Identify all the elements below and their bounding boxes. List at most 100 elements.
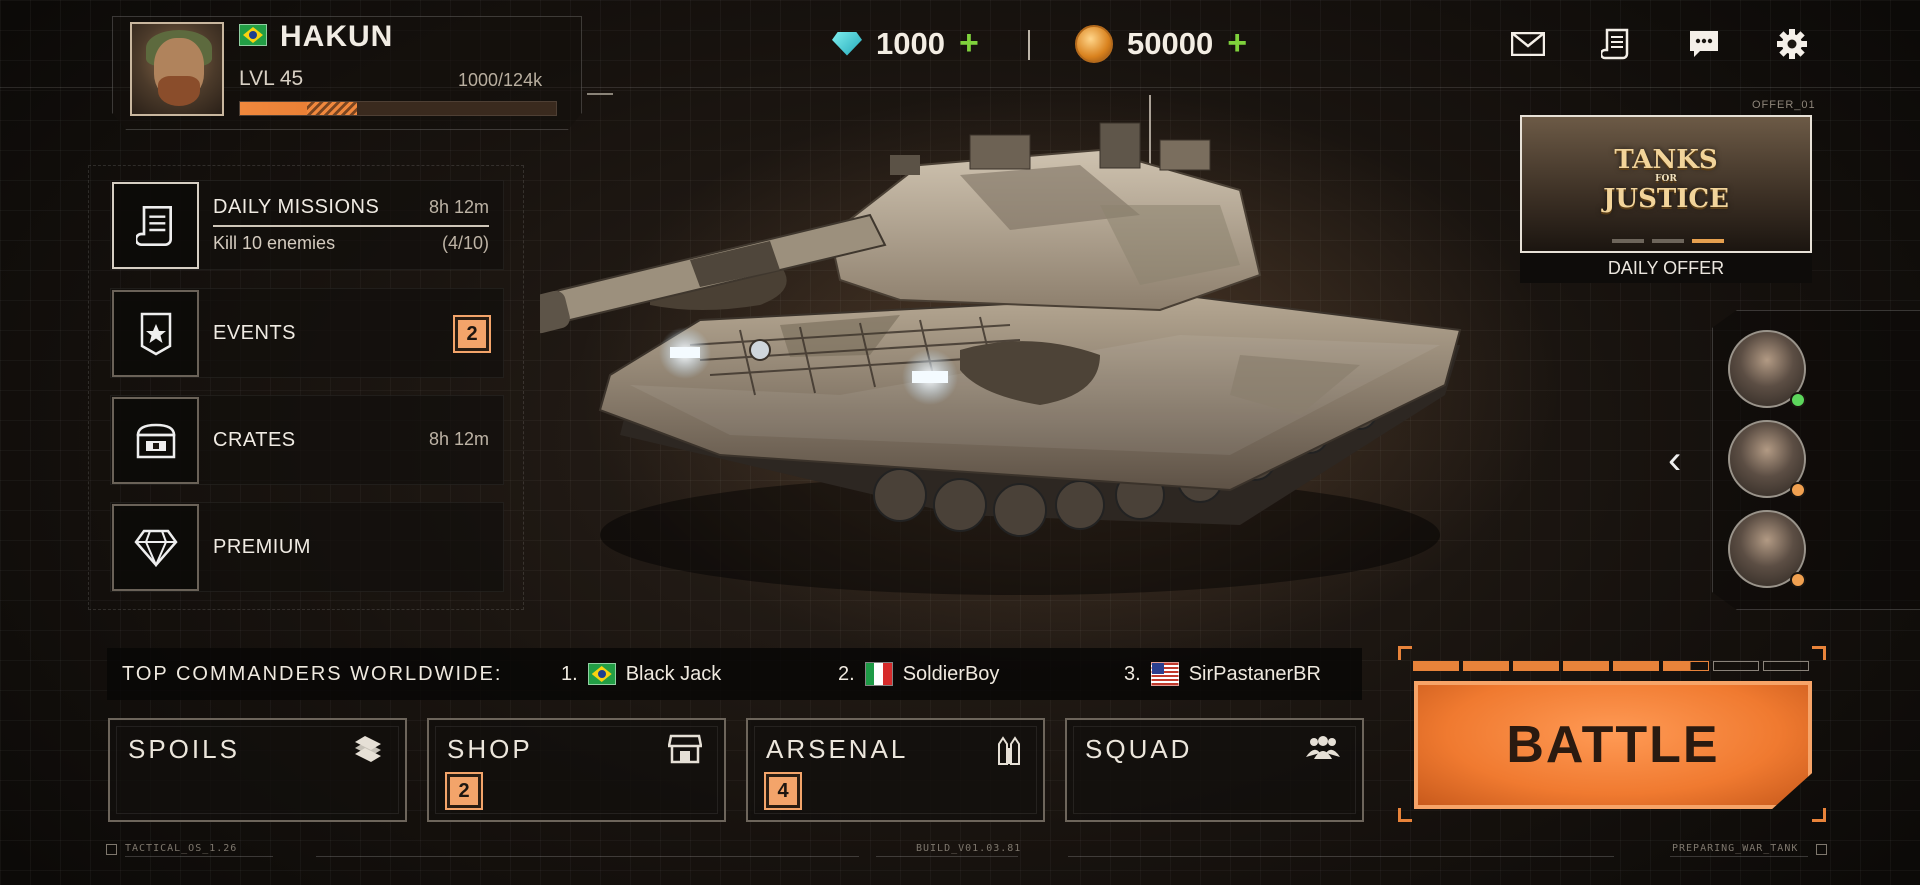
- leaderboard-name-1: Black Jack: [625, 662, 722, 685]
- flag-brazil-icon: [587, 663, 616, 685]
- offer-dot-1[interactable]: [1612, 239, 1644, 243]
- battle-corner-tl: [1398, 646, 1412, 660]
- leaderboard-rank-2: 2.: [838, 662, 855, 685]
- footer-marker-left: [106, 844, 117, 855]
- squad-member-avatar-2[interactable]: [1728, 420, 1806, 498]
- tab-squad-label: SQUAD: [1085, 734, 1193, 764]
- leaderboard-bar[interactable]: TOP COMMANDERS WORLDWIDE: 1. Black Jack …: [107, 648, 1362, 700]
- xp-progress-bar: [239, 101, 557, 116]
- energy-segment: [1463, 661, 1509, 671]
- add-coins-button[interactable]: +: [1227, 24, 1247, 63]
- events-label: EVENTS: [213, 322, 297, 344]
- footer-marker-right: [1816, 844, 1827, 855]
- tab-shop[interactable]: SHOP 2: [427, 718, 726, 822]
- squad-member-1-status: [1790, 392, 1806, 408]
- add-gems-button[interactable]: +: [959, 24, 979, 63]
- footer-status: PREPARING_WAR_TANK: [1672, 843, 1799, 854]
- battle-corner-bl: [1398, 808, 1412, 822]
- offer-title-line2: JUSTICE: [1603, 184, 1729, 214]
- player-level: LVL 45: [239, 67, 304, 90]
- energy-segment: [1563, 661, 1609, 671]
- daily-offer-label[interactable]: DAILY OFFER: [1520, 253, 1812, 283]
- gems-counter[interactable]: 1000 +: [832, 24, 979, 63]
- daily-offer-banner[interactable]: TANKS FOR JUSTICE: [1520, 115, 1812, 253]
- menu-premium[interactable]: PREMIUM: [110, 502, 504, 592]
- offer-title-line1: TANKS: [1614, 145, 1718, 175]
- daily-missions-divider: [213, 225, 489, 227]
- tab-spoils-label: SPOILS: [128, 734, 240, 764]
- battle-energy-bar: [1413, 661, 1809, 671]
- footer-line-2: [316, 856, 859, 857]
- xp-progress-fill: [240, 102, 357, 115]
- offer-dot-2[interactable]: [1652, 239, 1684, 243]
- tab-spoils[interactable]: SPOILS: [108, 718, 407, 822]
- offer-carousel-dots[interactable]: [1612, 239, 1724, 243]
- tab-squad[interactable]: SQUAD: [1065, 718, 1364, 822]
- coins-counter[interactable]: 50000 +: [1075, 24, 1247, 63]
- energy-segment: [1513, 661, 1559, 671]
- squad-group-icon: [1306, 734, 1340, 766]
- footer-os-version: TACTICAL_OS_1.26: [125, 843, 238, 854]
- scroll-icon: [112, 182, 199, 269]
- offer-id-tag: OFFER_01: [1752, 99, 1816, 111]
- diamond-icon: [112, 504, 199, 591]
- tab-arsenal-badge: 4: [764, 772, 802, 810]
- leaderboard-rank-1: 1.: [561, 662, 578, 685]
- energy-segment: [1413, 661, 1459, 671]
- player-name: HAKUN: [280, 20, 394, 53]
- player-flag-brazil: [239, 24, 267, 51]
- tab-arsenal-label: ARSENAL: [766, 734, 909, 764]
- settings-gear-icon[interactable]: [1772, 26, 1812, 62]
- leaderboard-entry-2[interactable]: 2. SoldierBoy: [838, 648, 999, 700]
- daily-missions-label: DAILY MISSIONS: [213, 196, 380, 218]
- tab-shop-badge: 2: [445, 772, 483, 810]
- tab-shop-label: SHOP: [447, 734, 533, 764]
- battle-button[interactable]: BATTLE: [1414, 681, 1812, 809]
- footer-line-1: [125, 856, 273, 857]
- energy-segment: [1763, 661, 1809, 671]
- tank-showcase[interactable]: [540, 95, 1500, 615]
- chat-icon[interactable]: [1684, 26, 1724, 62]
- energy-segment: [1713, 661, 1759, 671]
- leaderboard-title: TOP COMMANDERS WORLDWIDE:: [122, 662, 503, 685]
- cash-stack-icon: [351, 734, 383, 771]
- battle-corner-tr: [1812, 646, 1826, 660]
- footer-line-4: [1068, 856, 1614, 857]
- leaderboard-entry-1[interactable]: 1. Black Jack: [561, 648, 721, 700]
- leaderboard-name-3: SirPastanerBR: [1188, 662, 1321, 685]
- energy-segment: [1613, 661, 1659, 671]
- mail-icon[interactable]: [1508, 26, 1548, 62]
- leaderboard-name-2: SoldierBoy: [902, 662, 1000, 685]
- battle-corner-br: [1812, 808, 1826, 822]
- leaderboard-rank-3: 3.: [1124, 662, 1141, 685]
- events-badge: 2: [453, 315, 491, 353]
- crates-label: CRATES: [213, 429, 296, 451]
- currency-divider: [1028, 30, 1030, 60]
- squad-member-3-status: [1790, 572, 1806, 588]
- tab-arsenal[interactable]: ARSENAL 4: [746, 718, 1045, 822]
- daily-missions-progress: (4/10): [441, 233, 489, 253]
- menu-events[interactable]: EVENTS 2: [110, 288, 504, 378]
- menu-crates[interactable]: CRATES 8h 12m: [110, 395, 504, 485]
- player-avatar[interactable]: [130, 22, 224, 116]
- premium-label: PREMIUM: [213, 536, 311, 558]
- arsenal-shell-icon: [997, 734, 1021, 773]
- events-star-badge-icon: [112, 290, 199, 377]
- footer-line-3: [876, 856, 1018, 857]
- coin-icon: [1075, 24, 1113, 63]
- flag-usa-icon: [1150, 662, 1179, 686]
- squad-member-avatar-3[interactable]: [1728, 510, 1806, 588]
- squad-member-avatar-1[interactable]: [1728, 330, 1806, 408]
- missions-scroll-icon[interactable]: [1596, 26, 1636, 62]
- menu-daily-missions[interactable]: DAILY MISSIONS 8h 12m Kill 10 enemies (4…: [110, 180, 504, 270]
- flag-italy-icon: [864, 662, 893, 686]
- player-xp-text: 1000/124k: [458, 70, 543, 90]
- energy-segment: [1663, 661, 1709, 671]
- daily-missions-task: Kill 10 enemies: [213, 233, 336, 253]
- leaderboard-entry-3[interactable]: 3. SirPastanerBR: [1124, 648, 1321, 700]
- offer-title: TANKS FOR JUSTICE: [1522, 147, 1810, 212]
- offer-title-small: FOR: [1655, 174, 1677, 184]
- chevron-left-icon[interactable]: ‹: [1668, 438, 1681, 483]
- offer-dot-3[interactable]: [1692, 239, 1724, 243]
- gem-icon: [832, 31, 862, 56]
